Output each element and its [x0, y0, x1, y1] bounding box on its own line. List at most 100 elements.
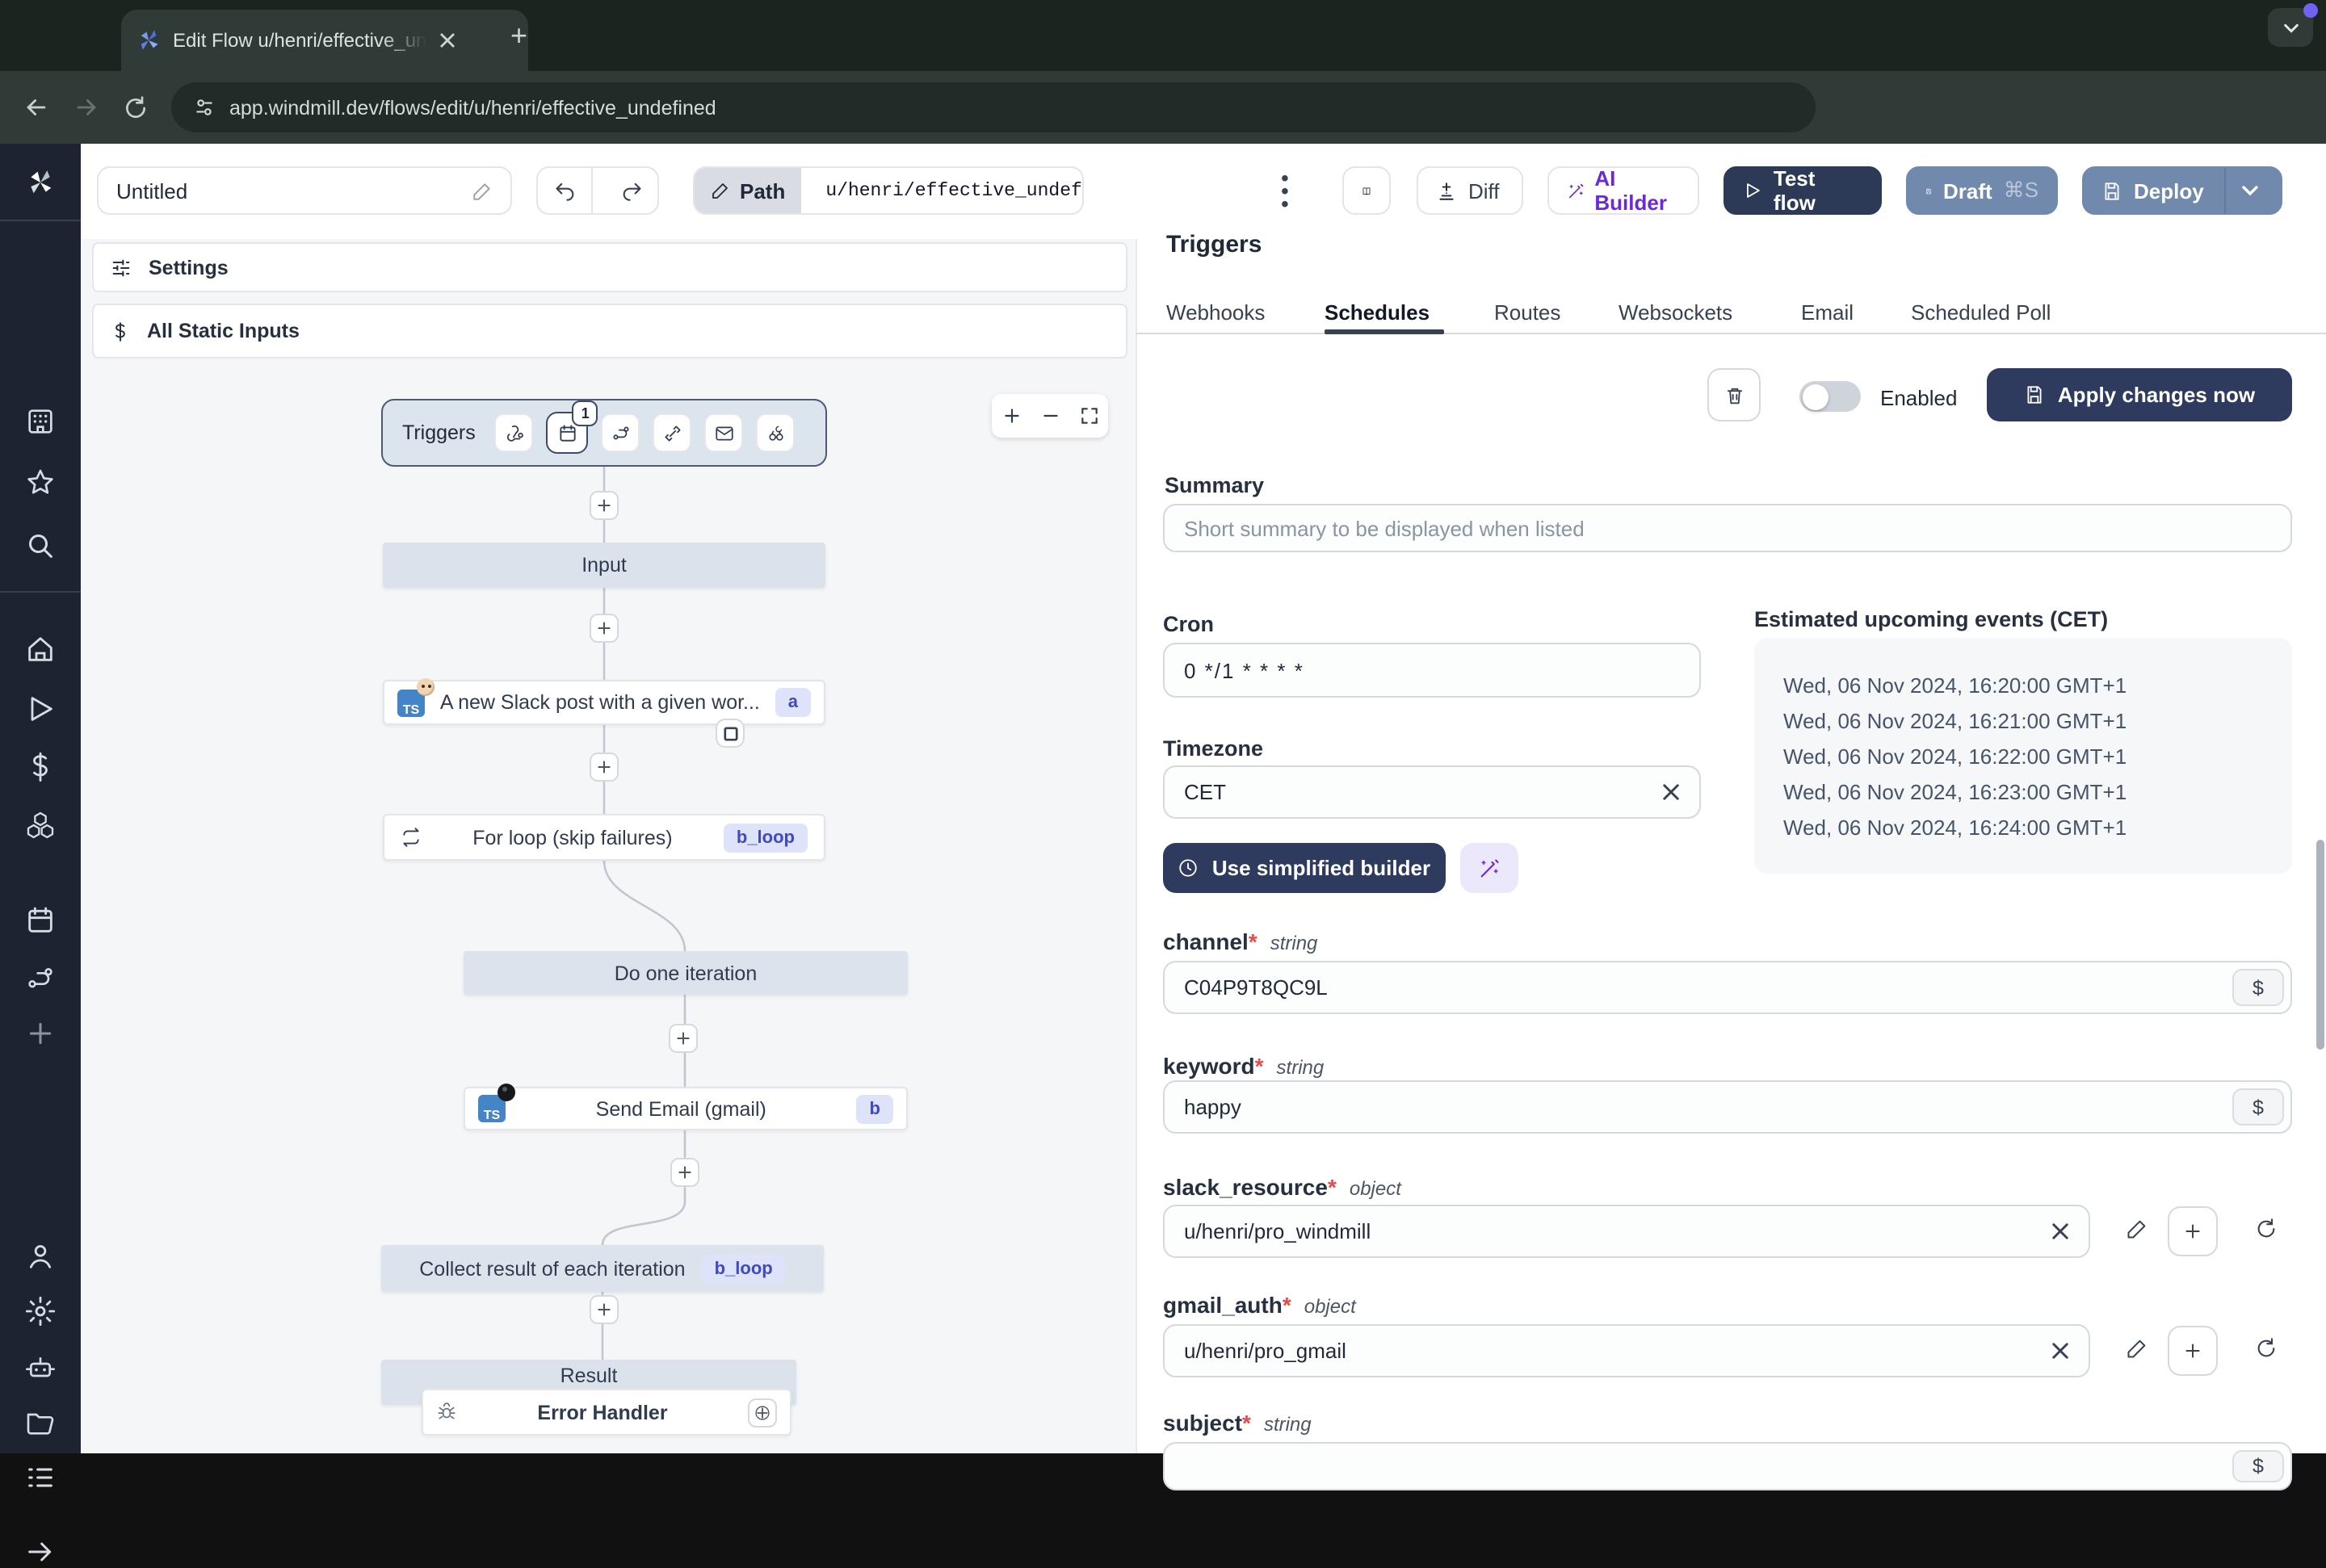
fit-view-icon[interactable] [1078, 405, 1099, 426]
tab-websockets[interactable]: Websockets [1619, 300, 1732, 325]
tab-routes[interactable]: Routes [1494, 300, 1560, 325]
subject-dollar-button[interactable]: $ [2232, 1450, 2284, 1482]
forward-icon[interactable] [73, 94, 100, 121]
site-info-icon[interactable] [194, 97, 215, 118]
reload-icon[interactable] [123, 94, 149, 120]
add-step-button[interactable] [670, 1158, 699, 1187]
deploy-button[interactable]: Deploy [2082, 166, 2282, 215]
add-step-button[interactable] [669, 1024, 698, 1053]
keyword-dollar-button[interactable]: $ [2232, 1088, 2284, 1126]
add-icon[interactable] [24, 1017, 57, 1050]
cron-input[interactable]: 0 */1 * * * * [1163, 643, 1701, 698]
url-bar[interactable]: app.windmill.dev/flows/edit/u/henri/effe… [171, 82, 1816, 132]
error-handler-node[interactable]: Error Handler [422, 1389, 791, 1436]
input-node[interactable]: Input [383, 543, 825, 588]
zoom-in-icon[interactable] [1001, 405, 1022, 426]
user-icon[interactable] [24, 1240, 57, 1272]
ai-cron-wand-button[interactable] [1460, 843, 1518, 893]
expand-sidebar-icon[interactable] [24, 1536, 57, 1568]
edit-gmail-auth-icon[interactable] [2126, 1337, 2148, 1360]
schedule-count-badge: 1 [572, 400, 598, 426]
deploy-dropdown-icon[interactable] [2241, 181, 2261, 200]
tab-scheduled-poll[interactable]: Scheduled Poll [1911, 300, 2051, 325]
path-button[interactable]: Path [695, 168, 802, 213]
summary-input[interactable]: Short summary to be displayed when liste… [1163, 504, 2292, 552]
panel-scrollbar[interactable] [2316, 840, 2324, 1050]
back-icon[interactable] [23, 94, 50, 121]
gmail-auth-input[interactable]: u/henri/pro_gmail [1163, 1324, 2090, 1377]
route-trigger-icon[interactable] [601, 413, 640, 452]
clear-timezone-icon[interactable] [1662, 783, 1680, 801]
flow-canvas[interactable]: Settings All Static Inputs Triggers 1 In… [81, 239, 1136, 1453]
stop-after-step-button[interactable] [716, 719, 745, 748]
ai-builder-button[interactable]: AI Builder [1547, 166, 1699, 215]
tab-webhooks[interactable]: Webhooks [1166, 300, 1265, 325]
timezone-input[interactable]: CET [1163, 765, 1701, 819]
undo-icon[interactable] [538, 168, 593, 213]
redo-icon[interactable] [604, 179, 657, 202]
triggers-node[interactable]: Triggers 1 [381, 399, 827, 467]
channel-dollar-button[interactable]: $ [2232, 969, 2284, 1006]
favorites-star-icon[interactable] [24, 467, 57, 499]
slack-resource-input[interactable]: u/henri/pro_windmill [1163, 1205, 2090, 1258]
schedules-icon[interactable] [24, 904, 57, 937]
websocket-trigger-icon[interactable] [653, 413, 692, 452]
subject-input[interactable]: $ [1163, 1442, 2292, 1490]
windmill-logo[interactable] [24, 166, 57, 199]
scheduled-poll-trigger-icon[interactable] [756, 413, 796, 452]
simplified-builder-button[interactable]: Use simplified builder [1163, 843, 1446, 893]
keyword-input[interactable]: happy $ [1163, 1080, 2292, 1134]
error-handler-add-icon[interactable] [748, 1398, 777, 1427]
tab-email[interactable]: Email [1801, 300, 1854, 325]
do-one-iteration-node[interactable]: Do one iteration [464, 951, 908, 995]
more-options-icon[interactable]: • • • [1281, 166, 1289, 215]
zoom-out-icon[interactable] [1039, 405, 1060, 426]
resources-icon[interactable] [24, 809, 57, 841]
webhook-trigger-icon[interactable] [494, 413, 534, 452]
routes-icon[interactable] [24, 962, 57, 995]
clear-gmail-auth-icon[interactable] [2051, 1342, 2069, 1360]
collect-result-node[interactable]: Collect result of each iteration b_loop [381, 1245, 824, 1292]
forloop-node[interactable]: For loop (skip failures) b_loop [383, 814, 825, 861]
all-static-inputs-row[interactable]: All Static Inputs [92, 304, 1127, 358]
runs-icon[interactable] [24, 693, 57, 725]
draft-button[interactable]: Draft ⌘S [1906, 166, 2058, 215]
logs-icon[interactable] [24, 1461, 57, 1494]
flow-name-box[interactable]: Untitled [97, 166, 512, 215]
clear-slack-resource-icon[interactable] [2051, 1222, 2069, 1240]
diff-button[interactable]: Diff [1417, 166, 1523, 215]
delete-schedule-button[interactable] [1707, 368, 1761, 421]
apply-changes-button[interactable]: Apply changes now [1987, 368, 2292, 421]
refresh-gmail-auth-icon[interactable] [2255, 1337, 2278, 1360]
docs-button[interactable] [1342, 166, 1391, 215]
tab-schedules[interactable]: Schedules [1325, 300, 1430, 325]
refresh-slack-resource-icon[interactable] [2255, 1218, 2278, 1240]
enabled-toggle[interactable] [1799, 381, 1861, 412]
folders-icon[interactable] [24, 1407, 57, 1439]
edit-slack-resource-icon[interactable] [2126, 1218, 2148, 1240]
channel-input[interactable]: C04P9T8QC9L $ [1163, 961, 2292, 1014]
new-tab-button[interactable]: + [510, 21, 527, 50]
settings-gear-icon[interactable] [24, 1295, 57, 1327]
path-input[interactable]: u/henri/effective_undef [812, 180, 1082, 201]
flow-settings-row[interactable]: Settings [92, 242, 1127, 292]
add-step-button[interactable] [590, 1295, 619, 1324]
add-step-button[interactable] [590, 753, 619, 782]
variables-icon[interactable] [24, 751, 57, 783]
add-step-button[interactable] [590, 614, 619, 643]
add-gmail-auth-button[interactable] [2168, 1326, 2218, 1376]
edit-pencil-icon[interactable] [472, 180, 493, 201]
email-trigger-icon[interactable] [704, 413, 744, 452]
browser-tab[interactable]: Edit Flow u/henri/effective_un [121, 10, 528, 71]
schedule-trigger-icon[interactable]: 1 [546, 400, 598, 454]
add-slack-resource-button[interactable] [2168, 1206, 2218, 1256]
search-icon[interactable] [24, 530, 57, 562]
tab-close-icon[interactable] [439, 32, 456, 48]
workspace-icon[interactable] [24, 405, 57, 438]
home-icon[interactable] [24, 633, 57, 665]
send-email-node[interactable]: TS Send Email (gmail) b [464, 1084, 908, 1130]
slack-step-node[interactable]: TS A new Slack post with a given wor... … [383, 677, 825, 725]
test-flow-button[interactable]: Test flow [1724, 166, 1882, 215]
workers-icon[interactable] [24, 1352, 57, 1384]
add-step-button[interactable] [590, 491, 619, 520]
